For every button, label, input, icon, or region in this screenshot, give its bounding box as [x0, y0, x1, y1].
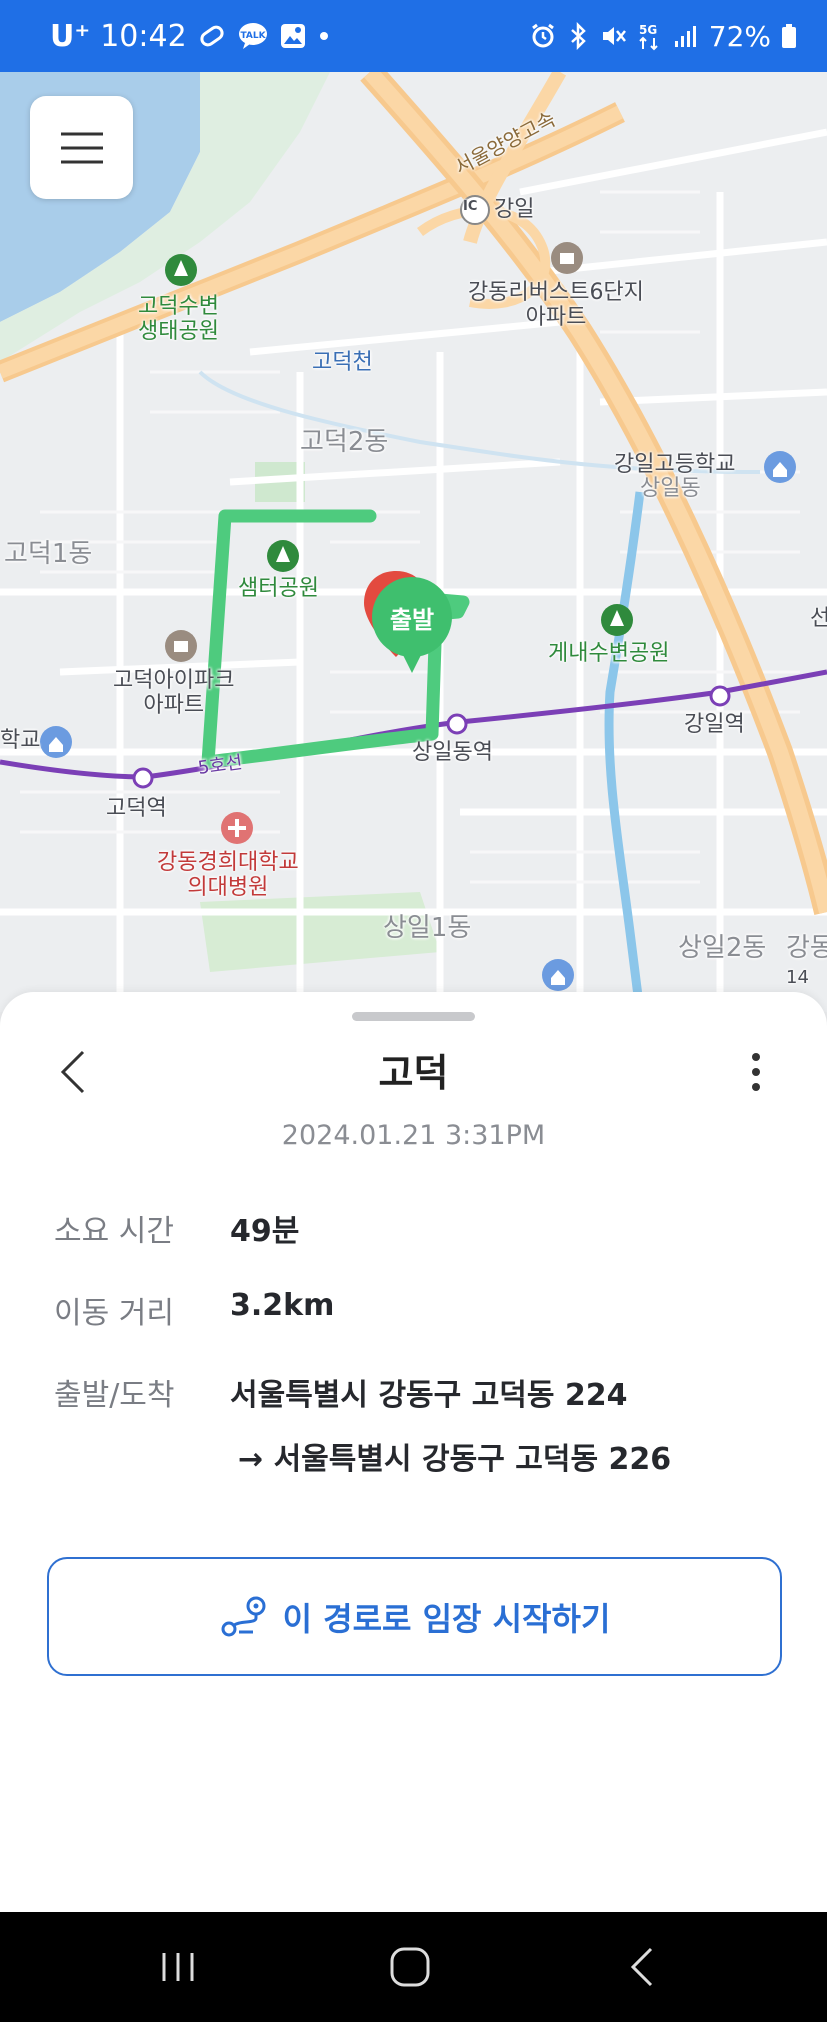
start-pin-label: 출발	[372, 577, 452, 657]
status-bar: U⁺ 10:42 TALK 5G 72%	[0, 0, 827, 72]
map-label-ic: IC	[463, 199, 478, 214]
battery-percent: 72%	[708, 19, 771, 53]
map-view[interactable]: 서울양양고속 IC 강일 강동리버스트6단지 아파트 고덕수변 생태공원 고덕천…	[0, 72, 827, 1012]
duration-label: 소요 시간	[54, 1214, 174, 1249]
bluetooth-icon	[567, 22, 589, 50]
route-detail-sheet: 고덕 2024.01.21 3:31PM 소요 시간 49분 이동 거리 3.2…	[0, 992, 827, 1912]
svg-text:5G: 5G	[639, 23, 657, 37]
map-label-riverside-apt: 강동리버스트6단지 아파트	[468, 280, 644, 331]
route-icon	[221, 1596, 266, 1636]
map-label-sangildong-station[interactable]: 상일동역	[412, 740, 493, 765]
battery-icon	[781, 23, 797, 49]
start-pin[interactable]: 출발	[372, 577, 452, 677]
pill-icon	[197, 21, 227, 51]
map-label-district-godeok1: 고덕1동	[4, 539, 93, 569]
end-address: → 서울특별시 강동구 고덕동 226	[238, 1442, 672, 1477]
talk-icon: TALK	[237, 21, 269, 51]
route-title: 고덕	[378, 1051, 449, 1095]
more-vertical-icon	[752, 1053, 760, 1091]
start-inspection-button[interactable]: 이 경로로 임장 시작하기	[47, 1557, 782, 1676]
map-label-hospital[interactable]: 강동경희대학교 의대병원	[157, 850, 299, 901]
distance-label: 이동 거리	[54, 1296, 174, 1331]
menu-button[interactable]	[30, 96, 133, 199]
route-date: 2024.01.21 3:31PM	[281, 1120, 546, 1151]
sheet-drag-handle[interactable]	[352, 1012, 475, 1021]
map-label-school-partial: 학교	[0, 728, 41, 753]
map-label-ipark-apt[interactable]: 고덕아이파크 아파트	[113, 668, 234, 719]
clock: 10:42	[100, 18, 187, 54]
map-label-district-sangil2: 상일2동	[678, 933, 767, 963]
recent-apps-button[interactable]	[148, 1942, 208, 1992]
back-arrow-icon	[630, 1947, 653, 1987]
system-nav-bar	[0, 1912, 827, 2022]
svg-text:TALK: TALK	[240, 31, 266, 41]
map-label-godeok-station[interactable]: 고덕역	[106, 796, 167, 821]
map-label-gangdong-partial: 강동	[786, 933, 827, 963]
map-label-district-sangil-top: 상일동	[640, 476, 701, 501]
more-options-button[interactable]	[736, 1044, 776, 1100]
network-5g-icon: 5G	[637, 21, 663, 51]
mute-icon	[599, 22, 627, 50]
map-label-gyenae-park[interactable]: 게내수변공원	[548, 641, 669, 666]
start-inspection-label: 이 경로로 임장 시작하기	[282, 1599, 611, 1638]
notification-dot-icon	[317, 29, 331, 43]
map-label-district-godeok2: 고덕2동	[300, 427, 389, 457]
hamburger-icon	[60, 132, 103, 163]
map-label-gangil-station[interactable]: 강일역	[684, 712, 745, 737]
map-label-eco-park[interactable]: 고덕수변 생태공원	[138, 294, 219, 345]
map-label-samteo-park[interactable]: 샘터공원	[238, 576, 319, 601]
map-label-route-number: 14	[786, 967, 809, 988]
home-icon	[390, 1947, 430, 1987]
carrier-label: U⁺	[50, 18, 91, 54]
back-nav-button[interactable]	[612, 1942, 672, 1992]
map-label-seon-partial: 선	[810, 606, 827, 631]
start-end-label: 출발/도착	[54, 1378, 175, 1413]
map-canvas	[0, 72, 827, 1012]
distance-value: 3.2km	[230, 1288, 335, 1323]
gallery-icon	[279, 22, 307, 50]
map-label-gangil-school[interactable]: 강일고등학교	[614, 452, 735, 477]
map-label-gangil: 강일	[494, 197, 535, 222]
map-label-stream: 고덕천	[312, 350, 373, 375]
map-label-district-sangil1: 상일1동	[383, 913, 472, 943]
signal-icon	[673, 23, 699, 49]
duration-value: 49분	[230, 1214, 300, 1249]
recent-apps-icon	[162, 1953, 194, 1981]
home-button[interactable]	[380, 1942, 440, 1992]
start-address: 서울특별시 강동구 고덕동 224	[230, 1378, 628, 1413]
alarm-icon	[529, 22, 557, 50]
